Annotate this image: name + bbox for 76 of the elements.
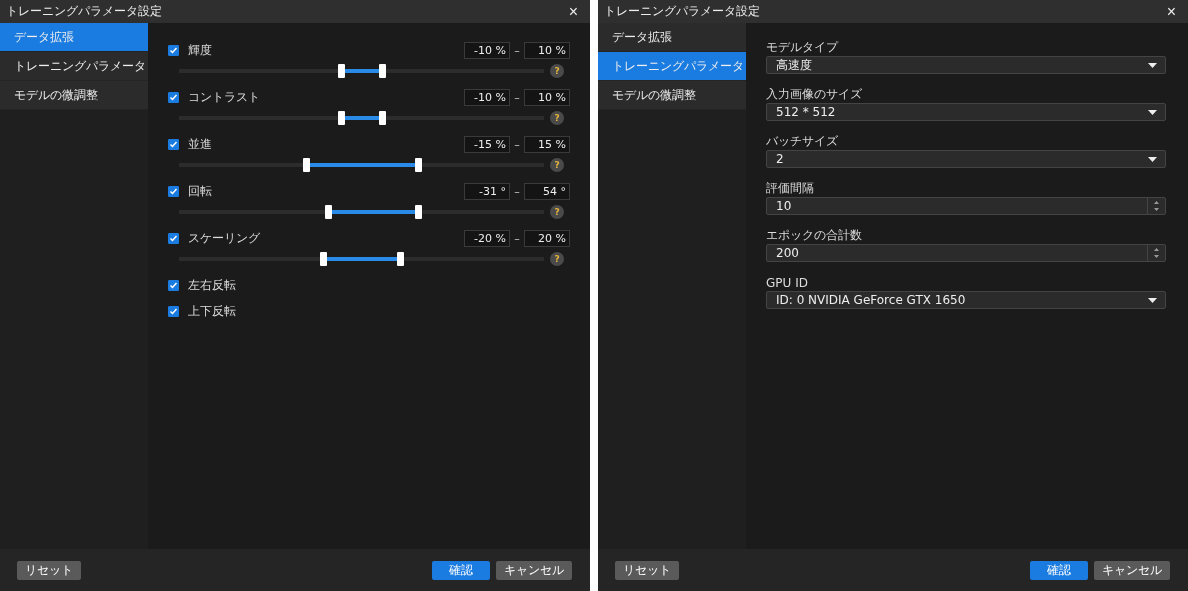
- dropdown[interactable]: 512 * 512: [766, 103, 1166, 121]
- option-label: 輝度: [188, 41, 213, 59]
- checkbox[interactable]: [168, 185, 179, 197]
- slider-thumb[interactable]: [320, 252, 328, 266]
- caret-icon: [1148, 109, 1157, 115]
- field-label: 評価間隔: [766, 180, 815, 197]
- slider-thumb[interactable]: [415, 205, 423, 219]
- dropdown[interactable]: 2: [766, 150, 1166, 168]
- min-value-field[interactable]: -10 %: [464, 41, 510, 59]
- reset-button[interactable]: リセット: [17, 560, 81, 580]
- max-value-field[interactable]: 15 %: [524, 135, 570, 153]
- max-value-field[interactable]: 10 %: [524, 41, 570, 59]
- range-dash: –: [513, 231, 521, 245]
- min-value-field[interactable]: -31 °: [464, 182, 510, 200]
- slider-thumb[interactable]: [338, 111, 346, 125]
- caret-icon: [1148, 297, 1157, 303]
- cancel-button[interactable]: キャンセル: [496, 560, 572, 580]
- field-label: 入力画像のサイズ: [766, 86, 863, 103]
- slider-thumb[interactable]: [338, 64, 346, 78]
- cancel-button[interactable]: キャンセル: [1094, 560, 1170, 580]
- range-dash: –: [513, 90, 521, 104]
- spin-up-icon[interactable]: [1154, 201, 1159, 205]
- field-label: バッチサイズ: [766, 133, 839, 150]
- min-value-field[interactable]: -10 %: [464, 88, 510, 106]
- option-label: 回転: [188, 182, 213, 200]
- field-label: モデルタイプ: [766, 39, 840, 56]
- help-icon[interactable]: ?: [550, 64, 564, 78]
- window-title: トレーニングパラメータ設定: [6, 3, 162, 20]
- option-label: 左右反転: [188, 276, 237, 294]
- close-button[interactable]: ×: [566, 3, 580, 20]
- range-dash: –: [513, 184, 521, 198]
- option-label: 上下反転: [188, 302, 237, 320]
- checkbox[interactable]: [168, 305, 179, 317]
- option-label: 並進: [188, 135, 213, 153]
- spin-up-icon[interactable]: [1154, 248, 1159, 252]
- window-title: トレーニングパラメータ設定: [604, 3, 760, 20]
- caret-icon: [1148, 62, 1157, 68]
- option-label: コントラスト: [188, 88, 261, 106]
- nav-item[interactable]: データ拡張: [0, 23, 148, 52]
- max-value-field[interactable]: 10 %: [524, 88, 570, 106]
- caret-icon: [1148, 156, 1157, 162]
- close-button[interactable]: ×: [1164, 3, 1178, 20]
- slider-thumb[interactable]: [324, 205, 332, 219]
- checkbox[interactable]: [168, 279, 179, 291]
- checkbox[interactable]: [168, 91, 179, 103]
- dropdown[interactable]: ID: 0 NVIDIA GeForce GTX 1650: [766, 291, 1166, 309]
- confirm-button[interactable]: 確認: [1030, 560, 1088, 580]
- slider-thumb[interactable]: [396, 252, 404, 266]
- slider-thumb[interactable]: [378, 111, 386, 125]
- help-icon[interactable]: ?: [550, 158, 564, 172]
- field-label: エポックの合計数: [766, 227, 863, 244]
- slider-thumb[interactable]: [415, 158, 423, 172]
- min-value-field[interactable]: -20 %: [464, 229, 510, 247]
- help-icon[interactable]: ?: [550, 111, 564, 125]
- number-field[interactable]: 200: [766, 244, 1166, 262]
- range-dash: –: [513, 43, 521, 57]
- dropdown[interactable]: 高速度: [766, 56, 1166, 74]
- help-icon[interactable]: ?: [550, 252, 564, 266]
- help-icon[interactable]: ?: [550, 205, 564, 219]
- max-value-field[interactable]: 54 °: [524, 182, 570, 200]
- field-label: GPU ID: [766, 274, 809, 291]
- spin-down-icon[interactable]: [1154, 254, 1159, 258]
- slider-thumb[interactable]: [303, 158, 310, 172]
- checkbox[interactable]: [168, 232, 179, 244]
- slider-thumb[interactable]: [378, 64, 386, 78]
- spin-down-icon[interactable]: [1154, 207, 1159, 211]
- range-dash: –: [513, 137, 521, 151]
- reset-button[interactable]: リセット: [615, 560, 679, 580]
- checkbox[interactable]: [168, 44, 179, 56]
- max-value-field[interactable]: 20 %: [524, 229, 570, 247]
- checkbox[interactable]: [168, 138, 179, 150]
- min-value-field[interactable]: -15 %: [464, 135, 510, 153]
- number-field[interactable]: 10: [766, 197, 1166, 215]
- option-label: スケーリング: [188, 229, 261, 247]
- confirm-button[interactable]: 確認: [432, 560, 490, 580]
- nav-item[interactable]: トレーニングパラメータ: [598, 52, 746, 81]
